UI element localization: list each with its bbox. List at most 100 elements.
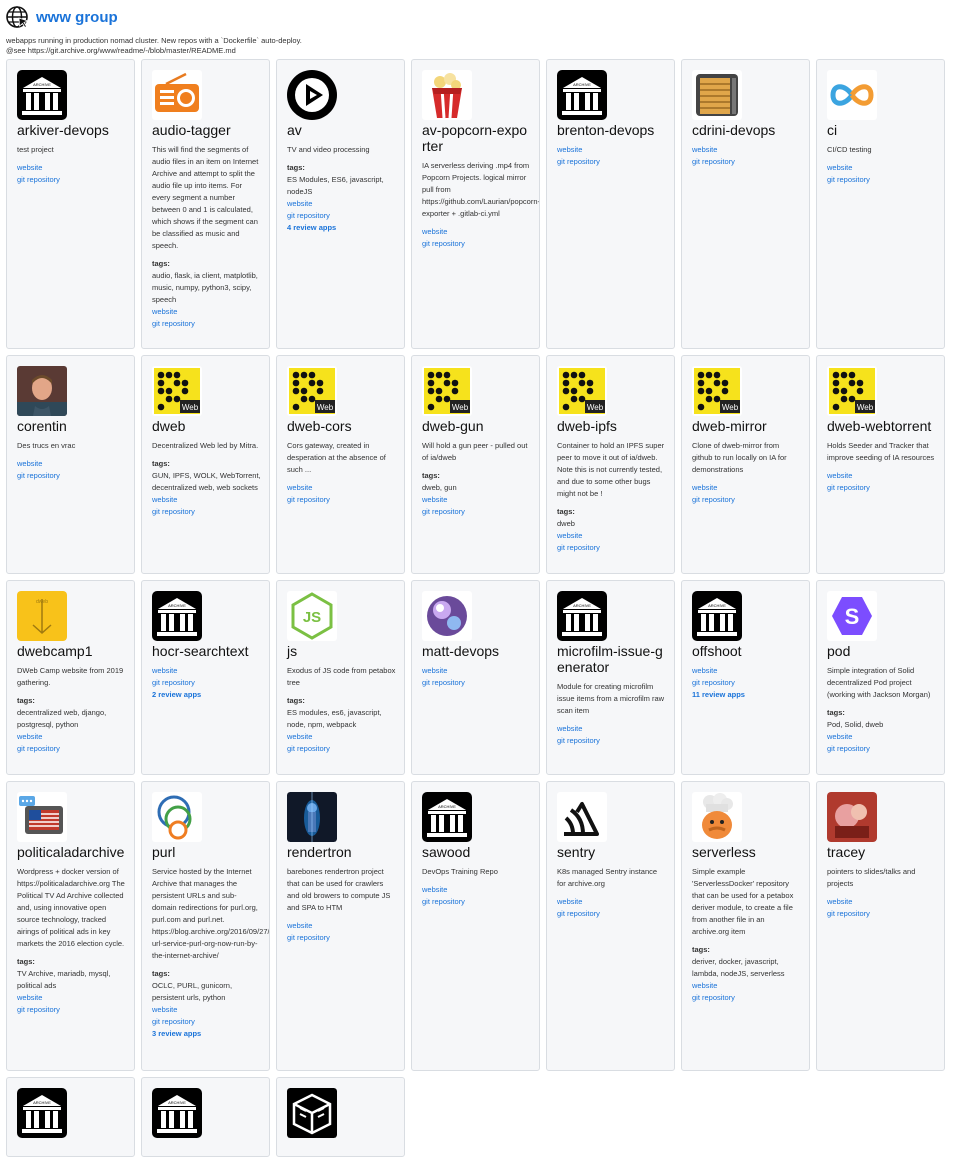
git-repository-link[interactable]: git repository bbox=[152, 318, 261, 330]
project-tags: decentralized web, django, postgresql, p… bbox=[17, 708, 107, 729]
git-repository-link[interactable]: git repository bbox=[152, 677, 261, 689]
project-card: cdrini-devops website git repository bbox=[681, 59, 810, 349]
git-repository-link[interactable]: git repository bbox=[692, 677, 801, 689]
git-repository-link[interactable]: git repository bbox=[827, 482, 936, 494]
project-card: ARCHIVE sawood DevOps Training Repo website… bbox=[411, 781, 540, 1071]
project-card: ARCHIVE brenton-devops website git reposito… bbox=[546, 59, 675, 349]
website-link[interactable]: website bbox=[422, 226, 531, 238]
git-repository-link[interactable]: git repository bbox=[422, 506, 531, 518]
project-card: dweb dwebcamp1 DWeb Camp website from 2019… bbox=[6, 580, 135, 775]
review-apps-link[interactable]: 4 review apps bbox=[287, 222, 396, 234]
sentry-icon bbox=[557, 792, 607, 842]
website-link[interactable]: website bbox=[152, 1004, 261, 1016]
git-repository-link[interactable]: git repository bbox=[692, 992, 801, 1004]
website-link[interactable]: website bbox=[17, 731, 126, 743]
website-link[interactable]: website bbox=[557, 896, 666, 908]
svg-text:Web: Web bbox=[182, 403, 199, 412]
project-name: rendertron bbox=[287, 844, 352, 860]
project-name: corentin bbox=[17, 418, 67, 434]
git-repository-link[interactable]: git repository bbox=[17, 743, 126, 755]
svg-text:ARCHIVE: ARCHIVE bbox=[168, 1100, 186, 1105]
git-repository-link[interactable]: git repository bbox=[557, 542, 666, 554]
website-link[interactable]: website bbox=[692, 482, 801, 494]
website-link[interactable]: website bbox=[557, 530, 666, 542]
tags-label: tags: bbox=[152, 969, 170, 978]
project-name: ci bbox=[827, 122, 838, 138]
website-link[interactable]: website bbox=[557, 144, 666, 156]
svg-text:ARCHIVE: ARCHIVE bbox=[168, 603, 186, 608]
git-repository-link[interactable]: git repository bbox=[692, 156, 801, 168]
project-card: Web dweb-webtorrent Holds Seeder and Track… bbox=[816, 355, 945, 574]
website-link[interactable]: website bbox=[827, 162, 936, 174]
archive-icon: ARCHIVE bbox=[557, 591, 607, 641]
website-link[interactable]: website bbox=[287, 482, 396, 494]
project-card: JS js Exodus of JS code from petabox tree t… bbox=[276, 580, 405, 775]
project-tags: ES Modules, ES6, javascript, nodeJS bbox=[287, 175, 384, 196]
git-repository-link[interactable]: git repository bbox=[152, 506, 261, 518]
website-link[interactable]: website bbox=[827, 896, 936, 908]
website-link[interactable]: website bbox=[827, 731, 936, 743]
project-tags: deriver, docker, javascript, lambda, nod… bbox=[692, 957, 785, 978]
website-link[interactable]: website bbox=[152, 494, 261, 506]
project-name: dweb-ipfs bbox=[557, 418, 617, 434]
project-description: Cors gateway, created in desperation at … bbox=[287, 441, 386, 474]
project-description: Wordpress + docker version of https://po… bbox=[17, 867, 125, 948]
website-link[interactable]: website bbox=[287, 731, 396, 743]
tags-label: tags: bbox=[557, 507, 575, 516]
website-link[interactable]: website bbox=[422, 494, 531, 506]
git-repository-link[interactable]: git repository bbox=[287, 210, 396, 222]
git-repository-link[interactable]: git repository bbox=[827, 174, 936, 186]
review-apps-link[interactable]: 3 review apps bbox=[152, 1028, 261, 1040]
project-card: politicaladarchive Wordpress + docker ver… bbox=[6, 781, 135, 1071]
review-apps-link[interactable]: 11 review apps bbox=[692, 689, 801, 701]
project-description: test project bbox=[17, 145, 54, 154]
git-repository-link[interactable]: git repository bbox=[557, 908, 666, 920]
project-description: Will hold a gun peer - pulled out of ia/… bbox=[422, 441, 528, 462]
git-repository-link[interactable]: git repository bbox=[692, 494, 801, 506]
website-link[interactable]: website bbox=[17, 992, 126, 1004]
website-link[interactable]: website bbox=[152, 306, 261, 318]
project-card: ARCHIVE arkiver-devops test project website… bbox=[6, 59, 135, 349]
svg-text:ARCHIVE: ARCHIVE bbox=[33, 82, 51, 87]
svg-text:ARCHIVE: ARCHIVE bbox=[33, 1100, 51, 1105]
tags-label: tags: bbox=[287, 163, 305, 172]
website-link[interactable]: website bbox=[692, 665, 801, 677]
review-apps-link[interactable]: 2 review apps bbox=[152, 689, 261, 701]
project-description: Service hosted by the Internet Archive t… bbox=[152, 867, 270, 960]
git-repository-link[interactable]: git repository bbox=[17, 174, 126, 186]
git-repository-link[interactable]: git repository bbox=[287, 743, 396, 755]
website-link[interactable]: website bbox=[17, 458, 126, 470]
archive-icon: ARCHIVE bbox=[692, 591, 742, 641]
git-repository-link[interactable]: git repository bbox=[557, 156, 666, 168]
website-link[interactable]: website bbox=[287, 920, 396, 932]
git-repository-link[interactable]: git repository bbox=[152, 1016, 261, 1028]
git-repository-link[interactable]: git repository bbox=[827, 743, 936, 755]
tags-label: tags: bbox=[17, 696, 35, 705]
project-name: audio-tagger bbox=[152, 122, 231, 138]
project-name: arkiver-devops bbox=[17, 122, 109, 138]
website-link[interactable]: website bbox=[692, 144, 801, 156]
website-link[interactable]: website bbox=[557, 723, 666, 735]
website-link[interactable]: website bbox=[422, 665, 531, 677]
website-link[interactable]: website bbox=[692, 980, 801, 992]
project-name: av-popcorn-exporter bbox=[422, 122, 528, 154]
website-link[interactable]: website bbox=[827, 470, 936, 482]
project-name: offshoot bbox=[692, 643, 742, 659]
svg-text:Web: Web bbox=[452, 403, 469, 412]
website-link[interactable]: website bbox=[152, 665, 261, 677]
git-repository-link[interactable]: git repository bbox=[422, 677, 531, 689]
git-repository-link[interactable]: git repository bbox=[422, 238, 531, 250]
group-title-link[interactable]: www group bbox=[36, 9, 118, 26]
website-link[interactable]: website bbox=[287, 198, 396, 210]
website-link[interactable]: website bbox=[17, 162, 126, 174]
git-repository-link[interactable]: git repository bbox=[557, 735, 666, 747]
git-repository-link[interactable]: git repository bbox=[422, 896, 531, 908]
website-link[interactable]: website bbox=[422, 884, 531, 896]
project-description: barebones rendertron project that can be… bbox=[287, 867, 391, 912]
git-repository-link[interactable]: git repository bbox=[287, 932, 396, 944]
git-repository-link[interactable]: git repository bbox=[17, 470, 126, 482]
git-repository-link[interactable]: git repository bbox=[17, 1004, 126, 1016]
git-repository-link[interactable]: git repository bbox=[827, 908, 936, 920]
project-description: Module for creating microfilm issue item… bbox=[557, 682, 665, 715]
git-repository-link[interactable]: git repository bbox=[287, 494, 396, 506]
